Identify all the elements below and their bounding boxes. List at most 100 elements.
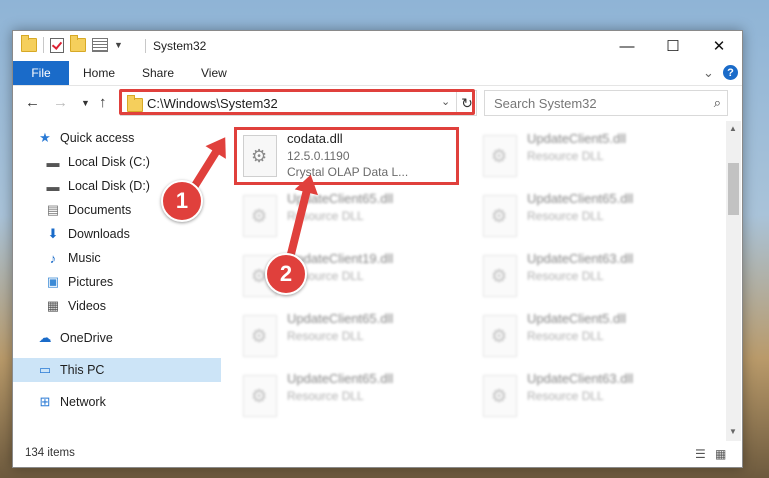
dll-file-icon — [483, 315, 517, 357]
recent-locations-icon[interactable]: ▼ — [81, 98, 90, 108]
file-description: Resource DLL — [527, 269, 604, 283]
minimize-button[interactable]: — — [604, 31, 650, 61]
file-highlight-box — [234, 127, 459, 185]
nav-item-videos[interactable]: ▦ Videos 📌 — [13, 294, 240, 318]
window-title: System32 — [153, 39, 207, 53]
maximize-button[interactable]: ☐ — [650, 31, 696, 61]
navigation-pane: ★ Quick access ▬ Local Disk (C:) 📌 ▬ Loc… — [13, 121, 236, 441]
annotation-badge-2: 2 — [265, 253, 307, 295]
annotation-badge-1: 1 — [161, 180, 203, 222]
star-icon: ★ — [39, 130, 51, 145]
file-item[interactable]: UpdateClient65.dll Resource DLL — [239, 189, 459, 247]
dll-file-icon — [243, 195, 277, 237]
status-bar: 134 items ☰ ▦ — [13, 443, 742, 465]
navigation-bar: ← → ▼ ↑ C:\Windows\System32 ⌄ ↻ Search S… — [13, 86, 742, 120]
file-name: UpdateClient65.dll — [287, 371, 394, 386]
tab-view[interactable]: View — [201, 66, 227, 80]
file-name: UpdateClient63.dll — [527, 371, 634, 386]
search-icon[interactable]: ⌕ — [714, 95, 721, 111]
file-description: Resource DLL — [287, 389, 364, 403]
dll-file-icon — [483, 255, 517, 297]
large-icons-view-icon[interactable]: ▦ — [715, 447, 726, 461]
expand-ribbon-icon[interactable]: ⌄ — [703, 65, 714, 81]
tab-home[interactable]: Home — [83, 66, 115, 80]
file-item[interactable]: UpdateClient5.dll Resource DLL — [479, 129, 699, 187]
file-item[interactable]: UpdateClient63.dll Resource DLL — [479, 249, 699, 307]
file-item[interactable]: UpdateClient63.dll Resource DLL — [479, 369, 699, 427]
new-folder-icon[interactable] — [70, 35, 86, 52]
nav-item-pictures[interactable]: ▣ Pictures 📌 — [13, 270, 240, 294]
file-name: UpdateClient5.dll — [527, 131, 627, 146]
nav-item-label: Local Disk (D:) — [68, 179, 150, 193]
file-description: Resource DLL — [527, 389, 604, 403]
nav-item-local-disk-d[interactable]: ▬ Local Disk (D:) 📌 — [13, 174, 240, 198]
nav-item-label: Pictures — [68, 275, 114, 289]
explorer-window: ▼ System32 — ☐ ✕ File Home Share View ⌄ … — [12, 30, 743, 468]
documents-icon: ▤ — [46, 202, 60, 217]
item-count: 134 items — [25, 447, 75, 459]
scroll-thumb[interactable] — [728, 163, 739, 215]
music-icon: ♪ — [49, 250, 57, 266]
file-description: Resource DLL — [527, 329, 604, 343]
search-input[interactable]: Search System32 ⌕ — [484, 90, 728, 116]
pictures-icon: ▣ — [46, 274, 60, 289]
nav-item-downloads[interactable]: ⬇ Downloads 📌 — [13, 222, 240, 246]
nav-item-label: Music — [68, 251, 101, 265]
file-name: UpdateClient63.dll — [527, 251, 634, 266]
file-description: Resource DLL — [527, 149, 604, 163]
file-name: UpdateClient65.dll — [527, 191, 634, 206]
nav-item-this-pc[interactable]: ▭ This PC — [13, 358, 232, 382]
customize-toolbar-caret-icon[interactable]: ▼ — [114, 40, 123, 50]
dll-file-icon — [483, 195, 517, 237]
nav-item-quick-access[interactable]: ★ Quick access — [13, 126, 232, 150]
onedrive-icon: ☁ — [38, 330, 52, 345]
dll-file-icon — [483, 135, 517, 177]
forward-arrow-icon[interactable]: → — [53, 94, 68, 111]
folder-icon — [21, 35, 37, 52]
tab-file[interactable]: File — [13, 61, 69, 85]
scroll-down-icon[interactable]: ▼ — [729, 427, 737, 436]
file-item[interactable]: UpdateClient5.dll Resource DLL — [479, 309, 699, 367]
nav-item-documents[interactable]: ▤ Documents 📌 — [13, 198, 240, 222]
file-item[interactable]: UpdateClient65.dll Resource DLL — [239, 309, 459, 367]
address-highlight-box — [119, 89, 475, 115]
nav-item-label: Downloads — [68, 227, 130, 241]
nav-item-label: Network — [60, 395, 106, 409]
back-arrow-icon[interactable]: ← — [25, 94, 40, 111]
quick-access-toolbar: ▼ — [21, 35, 123, 53]
help-icon[interactable]: ? — [723, 65, 738, 80]
file-description: Resource DLL — [287, 329, 364, 343]
details-view-icon[interactable]: ☰ — [695, 447, 706, 461]
nav-item-label: This PC — [60, 363, 105, 377]
file-description: Resource DLL — [527, 209, 604, 223]
videos-icon: ▦ — [46, 298, 60, 313]
dll-file-icon — [483, 375, 517, 417]
this-pc-icon: ▭ — [38, 362, 52, 377]
file-name: UpdateClient5.dll — [527, 311, 627, 326]
search-placeholder: Search System32 — [494, 96, 597, 111]
nav-item-label: Quick access — [60, 131, 135, 145]
nav-item-label: OneDrive — [60, 331, 113, 345]
tab-share[interactable]: Share — [142, 66, 174, 80]
nav-item-music[interactable]: ♪ Music 📌 — [13, 246, 240, 270]
dll-file-icon — [243, 315, 277, 357]
file-name: UpdateClient65.dll — [287, 311, 394, 326]
file-item[interactable]: UpdateClient65.dll Resource DLL — [239, 369, 459, 427]
nav-item-network[interactable]: ⊞ Network — [13, 390, 232, 414]
downloads-icon: ⬇ — [47, 226, 59, 241]
properties-check-icon[interactable] — [50, 37, 64, 53]
scroll-up-icon[interactable]: ▲ — [729, 124, 737, 133]
drive-icon: ▬ — [46, 178, 60, 194]
close-button[interactable]: ✕ — [696, 31, 742, 61]
nav-item-label: Documents — [68, 203, 132, 217]
dll-file-icon — [243, 375, 277, 417]
properties-icon[interactable] — [92, 38, 108, 52]
nav-item-label: Local Disk (C:) — [68, 155, 150, 169]
vertical-scrollbar[interactable]: ▲ ▼ — [726, 121, 741, 441]
file-item[interactable]: UpdateClient65.dll Resource DLL — [479, 189, 699, 247]
up-arrow-icon[interactable]: ↑ — [99, 94, 107, 111]
nav-item-label: Videos — [68, 299, 106, 313]
nav-item-onedrive[interactable]: ☁ OneDrive — [13, 326, 232, 350]
network-icon: ⊞ — [39, 394, 51, 409]
ribbon-tabs: File Home Share View ⌄ ? — [13, 61, 742, 86]
